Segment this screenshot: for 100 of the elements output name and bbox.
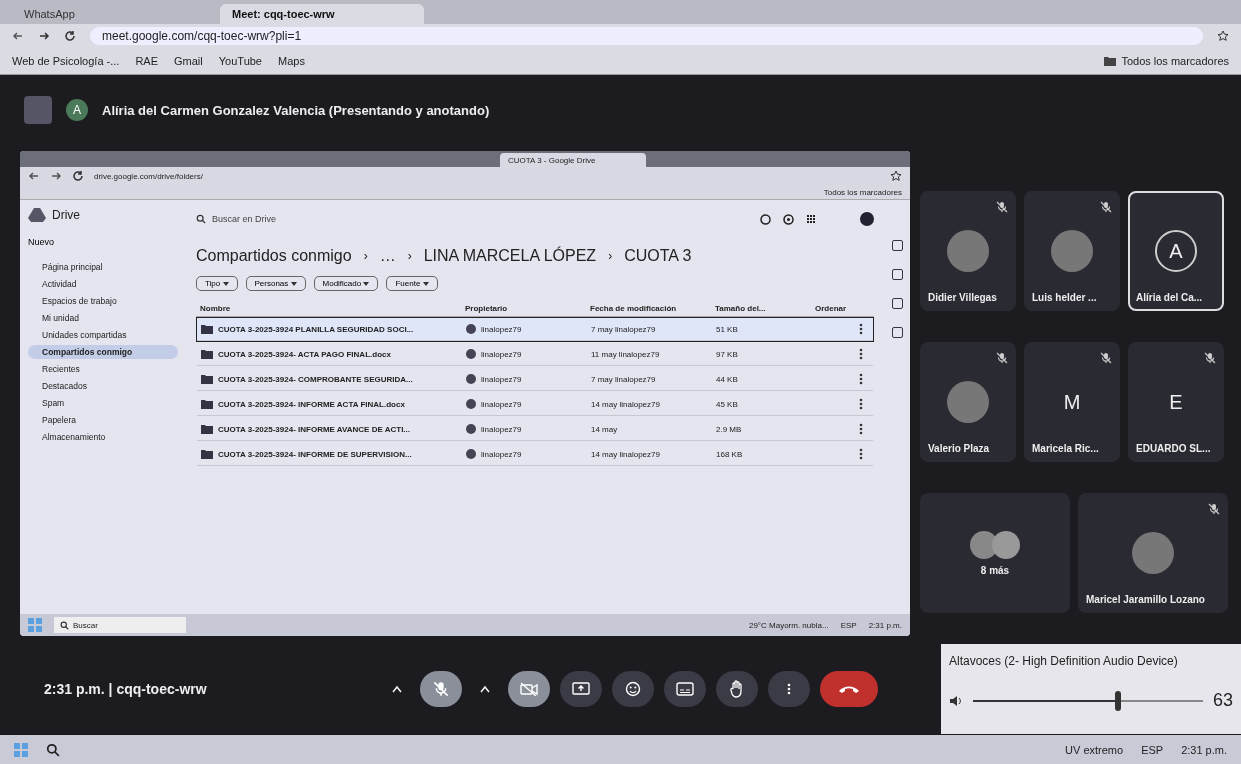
owner-name: linalopez79 — [481, 374, 522, 384]
participant-name: Luis helder ... — [1032, 292, 1097, 303]
sidebar-item[interactable]: Papelera — [28, 413, 178, 427]
raise-hand-button[interactable] — [716, 671, 758, 707]
back-icon[interactable] — [28, 170, 40, 182]
reload-icon[interactable] — [64, 30, 76, 42]
address-bar[interactable]: drive.google.com/drive/folders/ — [94, 171, 880, 181]
search-icon[interactable] — [46, 743, 60, 757]
leave-call-button[interactable] — [820, 671, 878, 707]
sidebar-item[interactable]: Mi unidad — [28, 311, 178, 325]
breadcrumb-link[interactable]: Compartidos conmigo — [196, 247, 352, 265]
owner-name: linalopez79 — [481, 449, 522, 459]
presenter-avatar: A — [66, 99, 88, 121]
weather-text[interactable]: 29°C Mayorm. nubla... — [748, 620, 829, 630]
uv-index-text[interactable]: UV extremo — [1065, 744, 1124, 756]
address-bar[interactable]: meet.google.com/cqq-toec-wrw?pli=1 — [90, 27, 1203, 45]
file-size: 51 KB — [716, 324, 738, 334]
owner-avatar — [466, 324, 476, 334]
more-options-icon[interactable] — [859, 398, 863, 410]
more-options-icon[interactable] — [859, 373, 863, 385]
bookmark-link[interactable]: Gmail — [174, 55, 203, 67]
breadcrumb-link[interactable]: CUOTA 3 — [624, 247, 692, 265]
microphone-button[interactable] — [420, 671, 462, 707]
participant-tile[interactable]: Valerio Plaza — [920, 342, 1016, 462]
more-options-icon[interactable] — [859, 423, 863, 435]
sidebar-item[interactable]: Destacados — [28, 379, 178, 393]
participant-name: Maricela Ric... — [1032, 443, 1099, 454]
star-icon[interactable] — [890, 170, 902, 182]
bookmark-link[interactable]: Todos los marcadores — [823, 187, 902, 197]
apps-grid-icon[interactable] — [806, 214, 816, 224]
windows-start-icon[interactable] — [28, 618, 42, 632]
dropdown-caret-icon — [422, 282, 429, 286]
file-name: CUOTA 3-2025-3924- COMPROBANTE SEGURIDA... — [218, 374, 413, 384]
filter-chip[interactable]: Fuente — [386, 276, 438, 291]
sidebar-item[interactable]: Página principal — [28, 260, 178, 274]
avatar-initial: M — [1062, 389, 1082, 415]
participant-tile[interactable]: 8 más — [920, 493, 1070, 613]
taskbar-search-field[interactable]: Buscar — [54, 617, 186, 633]
folder-icon — [201, 349, 213, 359]
participant-tile[interactable]: Luis helder ... — [1024, 191, 1120, 311]
sidebar-item[interactable]: Unidades compartidas — [28, 328, 178, 342]
reactions-button[interactable] — [612, 671, 654, 707]
file-row[interactable]: CUOTA 3-2025-3924- INFORME DE SUPERVISION... linalopez79 14 may linalopez79 168 KB — [196, 442, 874, 467]
star-icon[interactable] — [1217, 30, 1229, 42]
forward-icon[interactable] — [38, 30, 50, 42]
search-field[interactable]: Buscar en Drive — [196, 214, 526, 224]
forward-icon[interactable] — [50, 170, 62, 182]
volume-reading: 63 — [1212, 690, 1233, 711]
bookmark-link[interactable]: YouTube — [218, 55, 262, 67]
sidebar-item[interactable]: Almacenamiento — [28, 430, 178, 444]
breadcrumb-link[interactable]: … — [379, 247, 396, 265]
participant-tile[interactable]: E EDUARDO SL... — [1128, 342, 1224, 462]
file-row[interactable]: CUOTA 3-2025-3924- INFORME ACTA FINAL.docx linalopez79 14 may linalopez79 45 KB — [196, 392, 874, 417]
reload-icon[interactable] — [72, 170, 84, 182]
language-indicator[interactable]: ESP — [1141, 744, 1164, 756]
filter-chip[interactable]: Personas — [245, 276, 306, 291]
browser-tab[interactable]: Meet: cqq-toec-wrw — [220, 4, 424, 24]
present-button[interactable] — [560, 671, 602, 707]
bookmark-link[interactable]: Web de Psicología -... — [12, 55, 120, 67]
participant-name: Alíria del Ca... — [1136, 292, 1203, 303]
file-row[interactable]: CUOTA 3-2025-3924 PLANILLA SEGURIDAD SOCI... linalopez79 7 may linalopez79 51 KB — [196, 317, 874, 342]
back-icon[interactable] — [12, 30, 24, 42]
bookmark-link[interactable]: RAE — [135, 55, 159, 67]
participant-tile[interactable]: Didier Villegas — [920, 191, 1016, 311]
file-row[interactable]: CUOTA 3-2025-3924- ACTA PAGO FINAL.docx linalopez79 11 may linalopez79 97 KB — [196, 342, 874, 367]
participant-tile[interactable]: Maricel Jaramillo Lozano — [1078, 493, 1228, 613]
sidebar-item[interactable]: Compartidos conmigo — [28, 345, 178, 359]
filter-chip[interactable]: Modificado — [313, 276, 379, 291]
modified-date: 14 may linalopez79 — [591, 449, 660, 459]
browser-tab[interactable]: WhatsApp — [12, 4, 216, 24]
breadcrumb-link[interactable]: LINA MARCELA LÓPEZ — [423, 247, 597, 265]
more-options-icon[interactable] — [859, 348, 863, 360]
camera-button[interactable] — [508, 671, 550, 707]
avatar-photo-placeholder — [1132, 532, 1174, 574]
slider-thumb[interactable] — [1114, 690, 1121, 711]
language-indicator[interactable]: ESP — [840, 620, 857, 630]
windows-start-icon[interactable] — [14, 743, 28, 757]
clock[interactable]: 2:31 p.m. — [868, 620, 902, 630]
sidebar-item[interactable]: Actividad — [28, 277, 178, 291]
more-options-icon[interactable] — [787, 683, 791, 695]
sidebar-item[interactable]: Recientes — [28, 362, 178, 376]
captions-button[interactable] — [664, 671, 706, 707]
participant-tile[interactable]: A Alíria del Ca... — [1128, 191, 1224, 311]
clock[interactable]: 2:31 p.m. — [1181, 744, 1227, 756]
bookmark-link[interactable]: Maps — [278, 55, 305, 67]
file-row[interactable]: CUOTA 3-2025-3924- INFORME AVANCE DE ACTI... linalopez79 14 may 2.9 MB — [196, 417, 874, 442]
account-avatar-icon[interactable] — [860, 212, 874, 226]
file-row[interactable]: CUOTA 3-2025-3924- COMPROBANTE SEGURIDA... linalopez79 7 may linalopez79 44 KB — [196, 367, 874, 392]
bookmark-link[interactable]: Todos los marcadores — [1104, 55, 1229, 67]
participant-tile[interactable]: M Maricela Ric... — [1024, 342, 1120, 462]
filter-chip[interactable]: Tipo — [196, 276, 238, 291]
sidebar-item[interactable]: Espacios de trabajo — [28, 294, 178, 308]
muted-mic-icon — [996, 201, 1008, 213]
new-button[interactable]: Nuevo — [28, 235, 178, 249]
more-options-icon[interactable] — [859, 448, 863, 460]
sidebar-item[interactable]: Spam — [28, 396, 178, 410]
search-icon[interactable] — [60, 620, 69, 630]
browser-tab[interactable]: CUOTA 3 - Google Drive — [500, 153, 646, 167]
more-options-icon[interactable] — [859, 323, 863, 335]
search-icon[interactable] — [196, 214, 206, 224]
